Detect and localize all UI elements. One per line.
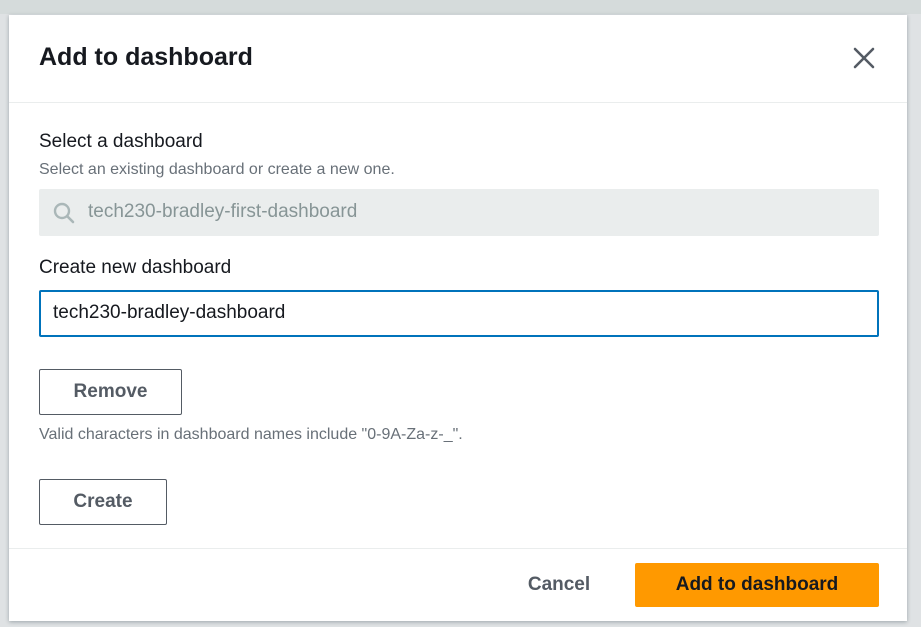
select-dashboard-description: Select an existing dashboard or create a… xyxy=(39,161,395,178)
close-icon xyxy=(853,47,875,69)
dashboard-name-hint: Valid characters in dashboard names incl… xyxy=(39,426,463,443)
new-dashboard-name-value: tech230-bradley-dashboard xyxy=(53,302,286,323)
dashboard-select-placeholder: tech230-bradley-first-dashboard xyxy=(88,201,358,222)
create-button[interactable]: Create xyxy=(39,479,167,525)
close-button[interactable] xyxy=(849,43,879,73)
modal-footer: Cancel Add to dashboard xyxy=(9,548,907,622)
dashboard-select[interactable]: tech230-bradley-first-dashboard xyxy=(39,189,879,236)
add-to-dashboard-modal: Add to dashboard Select a dashboard Sele… xyxy=(9,15,907,621)
modal-header: Add to dashboard xyxy=(9,15,907,103)
cancel-button[interactable]: Cancel xyxy=(509,563,609,607)
remove-button[interactable]: Remove xyxy=(39,369,182,415)
search-icon xyxy=(53,202,75,224)
add-to-dashboard-button[interactable]: Add to dashboard xyxy=(635,563,879,607)
new-dashboard-name-input[interactable]: tech230-bradley-dashboard xyxy=(39,290,879,337)
modal-title: Add to dashboard xyxy=(39,43,253,71)
create-dashboard-label: Create new dashboard xyxy=(39,257,232,278)
select-dashboard-label: Select a dashboard xyxy=(39,131,203,152)
background-top-bar xyxy=(0,0,921,14)
